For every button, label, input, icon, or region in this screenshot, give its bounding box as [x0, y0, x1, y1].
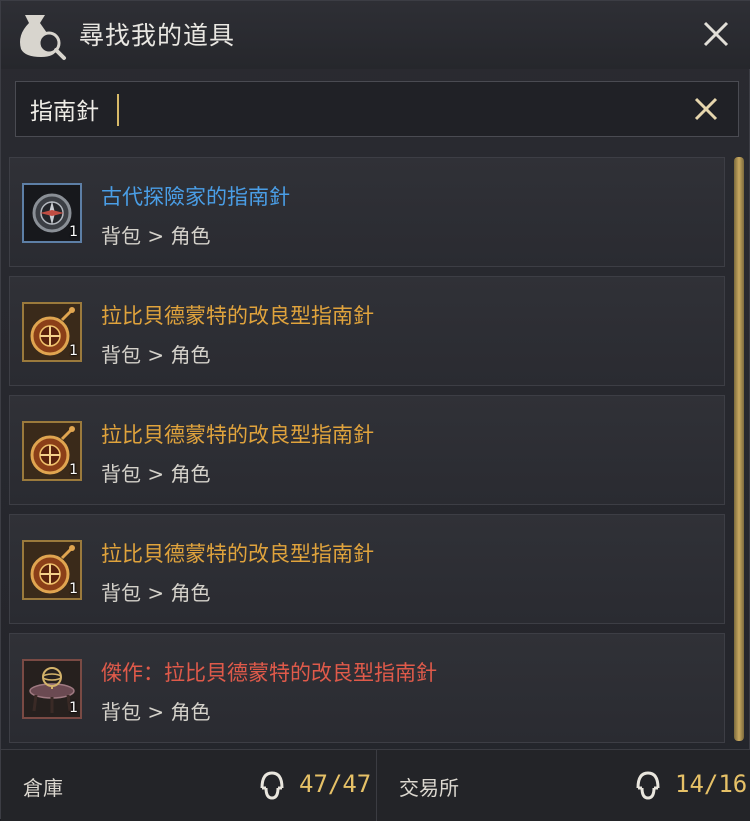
close-button[interactable]: [697, 15, 735, 53]
results-list: 1 古代探險家的指南針 背包 > 角色 1 拉比貝德蒙特的改良型指南針 背包 >…: [9, 157, 727, 745]
item-quantity: 1: [69, 224, 78, 240]
item-name: 拉比貝德蒙特的改良型指南針: [101, 423, 374, 447]
item-quantity: 1: [69, 581, 78, 597]
item-quantity: 1: [69, 462, 78, 478]
warehouse-capacity: 47/47: [299, 770, 372, 798]
item-location: 背包 > 角色: [101, 700, 211, 724]
item-location: 背包 > 角色: [101, 462, 211, 486]
pocket-compass-icon: 1: [22, 421, 82, 481]
list-item[interactable]: 1 傑作：拉比貝德蒙特的改良型指南針 背包 > 角色: [9, 633, 725, 743]
scrollbar[interactable]: [734, 157, 744, 741]
footer-bar: 倉庫 47/47 交易所 14/16: [1, 749, 750, 821]
item-name: 古代探險家的指南針: [101, 185, 290, 209]
pocket-compass-icon: 1: [22, 302, 82, 362]
item-name: 拉比貝德蒙特的改良型指南針: [101, 542, 374, 566]
title-bar: 尋找我的道具: [1, 1, 750, 69]
list-item[interactable]: 1 拉比貝德蒙特的改良型指南針 背包 > 角色: [9, 514, 725, 624]
footer-divider: [376, 750, 377, 821]
list-item[interactable]: 1 古代探險家的指南針 背包 > 角色: [9, 157, 725, 267]
exchange-capacity: 14/16: [675, 770, 748, 798]
list-item[interactable]: 1 拉比貝德蒙特的改良型指南針 背包 > 角色: [9, 395, 725, 505]
capacity-icon: [259, 770, 285, 800]
bag-search-icon: [15, 9, 67, 61]
item-name: 傑作：拉比貝德蒙特的改良型指南針: [101, 661, 437, 685]
close-icon[interactable]: [697, 15, 735, 53]
pocket-compass-icon: 1: [22, 540, 82, 600]
item-location: 背包 > 角色: [101, 224, 211, 248]
exchange-label: 交易所: [399, 776, 459, 800]
capacity-icon: [635, 770, 661, 800]
item-quantity: 1: [69, 343, 78, 359]
search-input[interactable]: [16, 82, 676, 136]
item-location: 背包 > 角色: [101, 581, 211, 605]
search-box[interactable]: [15, 81, 739, 137]
warehouse-label: 倉庫: [23, 776, 63, 800]
clear-icon[interactable]: [690, 93, 722, 125]
item-name: 拉比貝德蒙特的改良型指南針: [101, 304, 374, 328]
text-caret: [117, 94, 119, 126]
ancient-compass-icon: 1: [22, 183, 82, 243]
item-quantity: 1: [69, 700, 78, 716]
window-title: 尋找我的道具: [79, 21, 236, 50]
clear-search-button[interactable]: [690, 93, 722, 125]
list-item[interactable]: 1 拉比貝德蒙特的改良型指南針 背包 > 角色: [9, 276, 725, 386]
scrollbar-thumb[interactable]: [734, 157, 744, 741]
armillary-table-icon: 1: [22, 659, 82, 719]
find-my-items-window: 尋找我的道具 指南針 1 古代探險家的指南針 背包 > 角色 1 拉比貝德蒙特的…: [0, 0, 750, 821]
item-location: 背包 > 角色: [101, 343, 211, 367]
